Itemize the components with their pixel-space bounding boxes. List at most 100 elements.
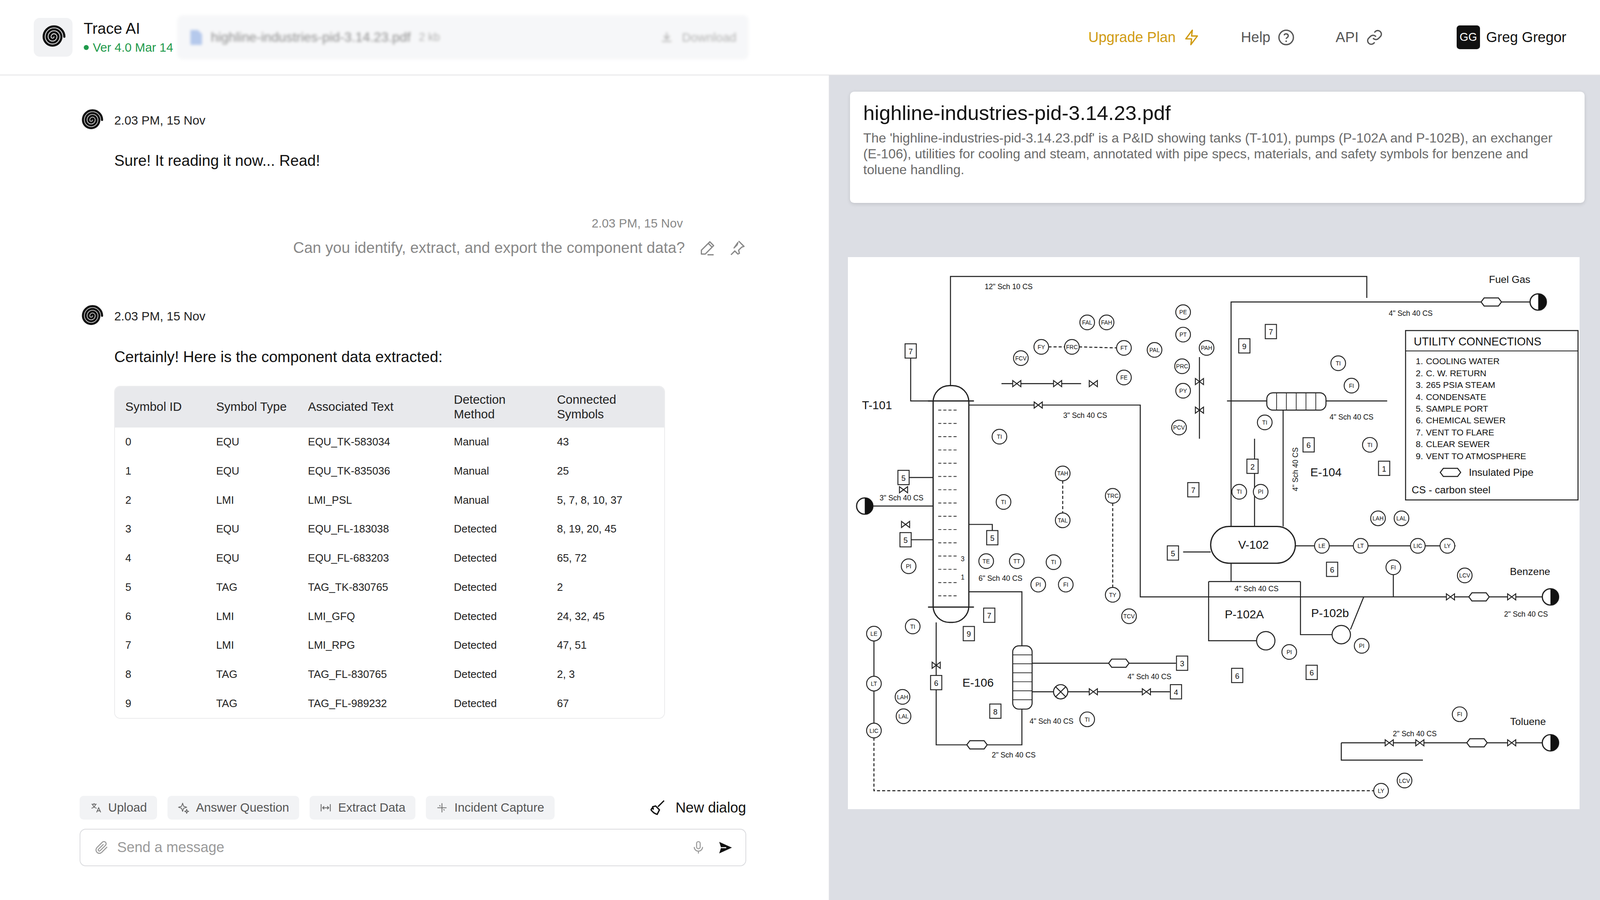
answer-question-chip[interactable]: Answer Question xyxy=(167,795,300,820)
column-header[interactable]: Connected Symbols xyxy=(546,386,665,428)
table-row[interactable]: 0EQUEQU_TK-583034Manual43 xyxy=(115,427,665,457)
instrument-bubble[interactable]: PY xyxy=(1175,383,1191,398)
instrument-bubble[interactable]: PI xyxy=(1354,638,1370,654)
pid-drawing[interactable]: 75556798349726175666FALFAHFYFRCFTFCVFEPE… xyxy=(847,257,1580,810)
instrument-bubble[interactable]: LAH xyxy=(1370,510,1386,526)
instrument-bubble[interactable]: FRC xyxy=(1064,339,1080,355)
table-row[interactable]: 2LMILMI_PSLManual5, 7, 8, 10, 37 xyxy=(115,485,665,515)
pin-icon[interactable] xyxy=(727,238,747,258)
column-t101[interactable] xyxy=(927,385,974,623)
instrument-bubble[interactable]: FI xyxy=(1344,378,1359,393)
line-number-box[interactable]: 9 xyxy=(1238,338,1250,353)
exchanger-e104[interactable] xyxy=(1266,392,1326,411)
message-input[interactable]: Send a message xyxy=(79,828,747,867)
column-header[interactable]: Symbol Type xyxy=(205,386,298,428)
download-button[interactable]: Download xyxy=(682,30,737,45)
instrument-bubble[interactable]: FY xyxy=(1034,339,1049,355)
line-number-box[interactable]: 7 xyxy=(1265,324,1277,339)
logo[interactable] xyxy=(33,17,73,57)
instrument-bubble[interactable]: LIC xyxy=(1410,538,1425,554)
line-number-box[interactable]: 2 xyxy=(1247,459,1259,474)
instrument-bubble[interactable]: PE xyxy=(1175,305,1191,320)
line-number-box[interactable]: 7 xyxy=(983,608,995,623)
instrument-bubble[interactable]: LY xyxy=(1440,538,1455,554)
table-row[interactable]: 8TAGTAG_FL-830765Detected2, 3 xyxy=(115,660,665,690)
line-number-box[interactable]: 6 xyxy=(930,675,942,690)
table-row[interactable]: 1EQUEQU_TK-835036Manual25 xyxy=(115,456,665,486)
line-number-box[interactable]: 4 xyxy=(1170,684,1182,699)
table-row[interactable]: 7LMILMI_RPGDetected47, 51 xyxy=(115,630,665,660)
table-row[interactable]: 9TAGTAG_FL-989232Detected67 xyxy=(115,689,665,719)
instrument-bubble[interactable]: PAH xyxy=(1199,340,1214,355)
incident-capture-chip[interactable]: Incident Capture xyxy=(425,795,555,820)
instrument-bubble[interactable]: PT xyxy=(1175,327,1191,343)
instrument-bubble[interactable]: LY xyxy=(1373,783,1389,798)
pump-icon[interactable] xyxy=(1332,625,1351,644)
instrument-bubble[interactable]: TT xyxy=(1009,553,1025,569)
line-number-box[interactable]: 7 xyxy=(1187,482,1200,497)
instrument-bubble[interactable]: LE xyxy=(1314,538,1330,554)
instrument-bubble[interactable]: TY xyxy=(1105,587,1120,603)
instrument-bubble[interactable]: FAH xyxy=(1099,315,1114,330)
instrument-bubble[interactable]: LT xyxy=(1353,538,1368,554)
column-header[interactable]: Symbol ID xyxy=(115,386,206,428)
instrument-bubble[interactable]: FAL xyxy=(1080,315,1095,330)
instrument-bubble[interactable]: FT xyxy=(1116,340,1132,355)
instrument-bubble[interactable]: TI xyxy=(1257,415,1273,430)
instrument-bubble[interactable]: PAL xyxy=(1147,342,1162,358)
instrument-bubble[interactable]: TE xyxy=(978,553,994,569)
file-chip[interactable]: highline-industries-pid-3.14.23.pdf2 kbD… xyxy=(177,15,749,60)
table-row[interactable]: 3EQUEQU_FL-183038Detected8, 19, 20, 45 xyxy=(115,514,665,544)
vessel-v102[interactable] xyxy=(1210,526,1296,564)
upgrade-plan-link[interactable]: Upgrade Plan xyxy=(1088,28,1200,47)
instrument-bubble[interactable]: TI xyxy=(1046,555,1061,570)
line-number-box[interactable]: 5 xyxy=(986,530,998,545)
instrument-bubble[interactable]: LIC xyxy=(866,723,882,738)
line-number-box[interactable]: 6 xyxy=(1326,562,1338,577)
instrument-bubble[interactable]: FE xyxy=(1116,370,1132,385)
instrument-bubble[interactable]: TI xyxy=(996,494,1011,510)
table-row[interactable]: 5TAGTAG_TK-830765Detected2 xyxy=(115,572,665,603)
line-number-box[interactable]: 6 xyxy=(1306,665,1318,680)
user-menu[interactable]: GGGreg Gregor xyxy=(1456,25,1567,49)
extract-data-chip[interactable]: Extract Data xyxy=(309,795,416,820)
pump-icon[interactable] xyxy=(1256,631,1275,650)
instrument-bubble[interactable]: PI xyxy=(901,559,916,574)
instrument-bubble[interactable]: TI xyxy=(1080,712,1095,727)
column-header[interactable]: Detection Method xyxy=(443,386,547,428)
line-number-box[interactable]: 3 xyxy=(1176,656,1188,671)
instrument-bubble[interactable]: FI xyxy=(1452,707,1468,722)
line-number-box[interactable]: 8 xyxy=(989,704,1001,719)
instrument-bubble[interactable]: FI xyxy=(1385,560,1401,575)
instrument-bubble[interactable]: TI xyxy=(992,429,1007,444)
instrument-bubble[interactable]: PCV xyxy=(1171,420,1187,435)
instrument-bubble[interactable]: LAL xyxy=(1394,510,1409,526)
instrument-bubble[interactable]: PRC xyxy=(1174,359,1190,374)
instrument-bubble[interactable]: LCV xyxy=(1397,773,1412,788)
paperclip-icon[interactable] xyxy=(94,840,109,855)
instrument-bubble[interactable]: LAL xyxy=(896,709,911,724)
instrument-bubble[interactable]: PI xyxy=(1030,577,1046,593)
exchanger-e106[interactable] xyxy=(1012,645,1033,710)
line-number-box[interactable]: 5 xyxy=(897,470,910,485)
instrument-bubble[interactable]: FI xyxy=(1058,577,1073,593)
line-number-box[interactable]: 6 xyxy=(1231,668,1243,683)
instrument-bubble[interactable]: TI xyxy=(1330,355,1346,371)
instrument-bubble[interactable]: TI xyxy=(1232,484,1247,500)
help-link[interactable]: Help xyxy=(1240,28,1295,47)
instrument-bubble[interactable]: LCV xyxy=(1457,568,1473,583)
instrument-bubble[interactable]: PI xyxy=(1282,644,1297,660)
api-link[interactable]: API xyxy=(1335,28,1384,47)
instrument-bubble[interactable]: TI xyxy=(905,619,920,634)
line-number-box[interactable]: 5 xyxy=(1167,545,1179,560)
instrument-bubble[interactable]: FCV xyxy=(1013,350,1029,366)
instrument-bubble[interactable]: PI xyxy=(1253,484,1268,500)
instrument-bubble[interactable]: LT xyxy=(866,676,882,691)
line-number-box[interactable]: 9 xyxy=(963,626,975,641)
table-row[interactable]: 6LMILMI_GFQDetected24, 32, 45 xyxy=(115,601,665,631)
instrument-bubble[interactable]: TAH xyxy=(1055,466,1070,481)
upload-chip[interactable]: Upload xyxy=(79,795,158,820)
instrument-bubble[interactable]: TAL xyxy=(1055,512,1070,528)
microphone-icon[interactable] xyxy=(691,840,706,855)
line-number-box[interactable]: 6 xyxy=(1302,437,1315,453)
